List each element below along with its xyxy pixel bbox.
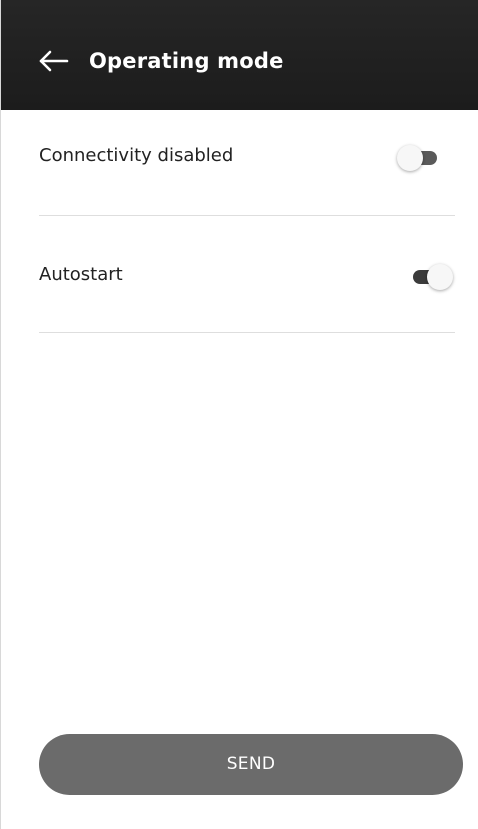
- connectivity-disabled-toggle[interactable]: [397, 145, 441, 171]
- setting-row-connectivity-disabled: Connectivity disabled: [39, 127, 455, 187]
- autostart-toggle[interactable]: [409, 264, 453, 290]
- send-button[interactable]: SEND: [39, 734, 463, 795]
- setting-label-autostart: Autostart: [39, 264, 123, 285]
- back-button[interactable]: [37, 44, 71, 78]
- divider: [39, 332, 455, 333]
- divider: [39, 215, 455, 216]
- arrow-left-icon: [39, 50, 69, 72]
- operating-mode-screen: Operating mode Connectivity disabled Aut…: [0, 0, 478, 829]
- setting-label-connectivity-disabled: Connectivity disabled: [39, 145, 234, 166]
- toggle-thumb: [397, 145, 423, 171]
- page-title: Operating mode: [89, 49, 284, 73]
- app-header: Operating mode: [1, 0, 478, 110]
- setting-row-autostart: Autostart: [39, 246, 455, 306]
- toggle-thumb: [427, 264, 453, 290]
